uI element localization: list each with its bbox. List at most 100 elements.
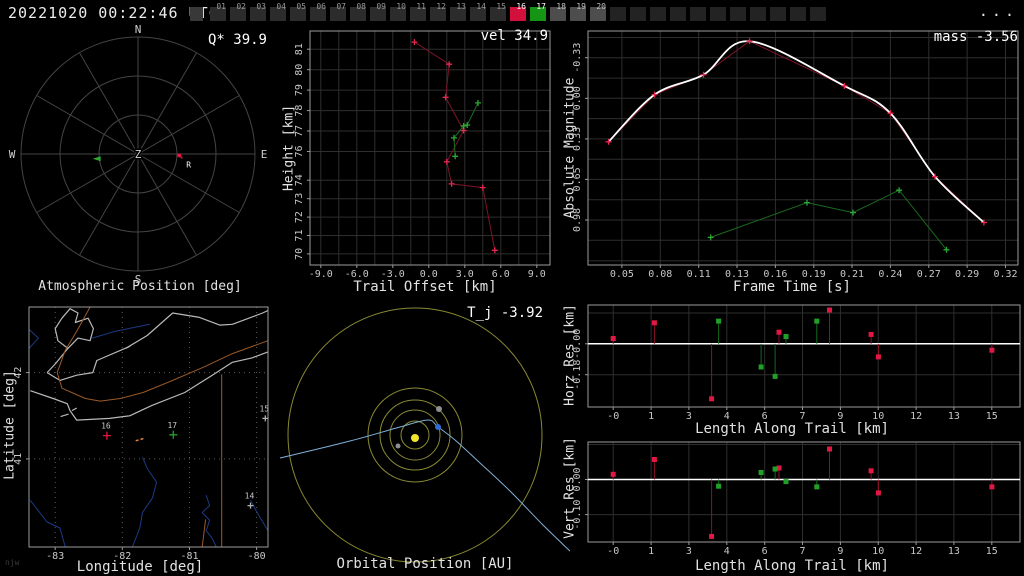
frame-box-13[interactable]: 13	[450, 3, 466, 21]
frame-box-05[interactable]: 05	[290, 3, 306, 21]
svg-text:15: 15	[986, 546, 998, 557]
svg-text:13: 13	[948, 546, 960, 557]
svg-text:9: 9	[837, 546, 843, 557]
menu-dots[interactable]: ...	[979, 2, 1018, 20]
svg-text:1: 1	[648, 546, 654, 557]
magnitude-x-label: Frame Time [s]	[732, 279, 851, 295]
panel-orbit: T_j -3.92 Orbital Position [AU]	[280, 295, 570, 576]
frame-label: 02	[236, 2, 246, 11]
frame-box-x0[interactable]	[190, 7, 203, 21]
svg-text:16: 16	[101, 422, 111, 431]
panel-horz-res: -0 1 3 4 6 7 9 10 12 13 15 -0.00 -0.18 Horz Res [km]…	[560, 295, 1024, 437]
frame-label: 08	[356, 2, 366, 11]
vert-res-x-label: Length Along Trail [km]	[695, 558, 889, 574]
frame-box-16[interactable]: 16	[510, 3, 526, 21]
svg-text:-0: -0	[607, 546, 619, 557]
frame-label: 12	[436, 2, 446, 11]
svg-text:-0.33: -0.33	[572, 43, 583, 73]
svg-text:6: 6	[762, 546, 768, 557]
tj-stat: T_j -3.92	[467, 305, 543, 321]
frame-label: 17	[536, 2, 546, 11]
q-stat: Q* 39.9	[207, 32, 267, 48]
vert-residuals-plot: -0 1 3 4 6 7 9 10 12 13 150.00-0.10	[572, 441, 1021, 557]
frame-box-x31[interactable]	[810, 7, 826, 21]
light-curve-plot: 0.05 0.08 0.11 0.13 0.16 0.19 0.21 0.24 0.27 0.29…	[572, 30, 1019, 280]
frame-box-x23[interactable]	[650, 7, 666, 21]
frame-box-14[interactable]: 14	[470, 3, 486, 21]
frame-box-09[interactable]: 09	[370, 3, 386, 21]
svg-text:80: 80	[294, 64, 305, 76]
frame-box-02[interactable]: 02	[230, 3, 246, 21]
frame-strip: 01 02 03 04 05 06 07 08 09 10 11 12 13 14 15 16 17 18 19 20	[0, 0, 960, 25]
trail-x-label: Trail Offset [km]	[353, 279, 497, 295]
svg-text:15: 15	[259, 404, 269, 413]
frame-box-18[interactable]: 18	[550, 3, 566, 21]
panel-map: -83 -82 -81 -80 42 41 16 17 15 14 Latitude [deg] …	[0, 295, 280, 576]
frame-box-04[interactable]: 04	[270, 3, 286, 21]
frame-box-12[interactable]: 12	[430, 3, 446, 21]
frame-box-11[interactable]: 11	[410, 3, 426, 21]
svg-text:R: R	[186, 160, 191, 169]
map-x-label: Longitude [deg]	[76, 559, 204, 575]
frame-box-15[interactable]: 15	[490, 3, 506, 21]
frame-label: 06	[316, 2, 326, 11]
frame-box-x28[interactable]	[750, 7, 766, 21]
frame-label: 11	[416, 2, 426, 11]
frame-box-08[interactable]: 08	[350, 3, 366, 21]
svg-text:3: 3	[686, 546, 692, 557]
svg-text:70: 70	[294, 248, 305, 260]
svg-text:E: E	[261, 148, 268, 161]
frame-box-x29[interactable]	[770, 7, 786, 21]
frame-label: 03	[256, 2, 266, 11]
frame-label: 15	[496, 2, 506, 11]
svg-text:W: W	[9, 148, 16, 161]
horz-res-y-label: Horz Res [km]	[562, 304, 578, 406]
frame-label: 18	[556, 2, 566, 11]
frame-box-x22[interactable]	[630, 7, 646, 21]
frame-box-07[interactable]: 07	[330, 3, 346, 21]
svg-text:79: 79	[294, 84, 305, 96]
vel-stat: vel 34.9	[480, 28, 548, 44]
fireball-analysis-app: 20221020 00:22:46 UTC 01 02 03 04 05 06 07 08 09…	[0, 0, 1024, 576]
frame-box-19[interactable]: 19	[570, 3, 586, 21]
orbital-position-plot	[280, 307, 570, 563]
frame-label: 07	[336, 2, 346, 11]
svg-text:12: 12	[910, 546, 922, 557]
svg-text:N: N	[135, 25, 142, 36]
map-y-label: Latitude [deg]	[2, 370, 18, 480]
frame-box-03[interactable]: 03	[250, 3, 266, 21]
frame-box-01[interactable]: 01	[210, 3, 226, 21]
frame-box-x24[interactable]	[670, 7, 686, 21]
frame-box-x27[interactable]	[730, 7, 746, 21]
atmospheric-polar-plot: NSW EZR	[7, 25, 269, 288]
magnitude-y-label: Absolute Magnitude	[562, 77, 578, 219]
frame-box-x30[interactable]	[790, 7, 806, 21]
frame-label: 04	[276, 2, 286, 11]
svg-text:17: 17	[167, 421, 177, 430]
top-bar: 20221020 00:22:46 UTC 01 02 03 04 05 06 07 08 09…	[0, 0, 1024, 25]
frame-box-x25[interactable]	[690, 7, 706, 21]
svg-text:10: 10	[872, 546, 884, 557]
vert-res-y-label: Vert Res [km]	[562, 437, 578, 539]
frame-label: 10	[396, 2, 406, 11]
orbit-title: Orbital Position [AU]	[336, 556, 514, 572]
svg-text:14: 14	[245, 492, 255, 501]
frame-label: 19	[576, 2, 586, 11]
frame-box-20[interactable]: 20	[590, 3, 606, 21]
svg-text:71: 71	[294, 229, 305, 241]
frame-label: 09	[376, 2, 386, 11]
frame-label: 14	[476, 2, 486, 11]
trail-y-label: Height [km]	[281, 104, 297, 192]
trail-offset-plot: -9.0 -6.0 -3.0 0.0 3.0 6.0 9.07071727374767778…	[294, 30, 551, 280]
frame-box-17[interactable]: 17	[530, 3, 546, 21]
ground-track-map: -83 -82 -81 -80424116 171514	[13, 306, 269, 562]
atmospheric-title: Atmospheric Position [deg]	[38, 279, 242, 294]
frame-box-06[interactable]: 06	[310, 3, 326, 21]
frame-label: 13	[456, 2, 466, 11]
frame-label: 01	[216, 2, 226, 11]
watermark: njw	[5, 558, 20, 567]
frame-box-x26[interactable]	[710, 7, 726, 21]
frame-box-10[interactable]: 10	[390, 3, 406, 21]
frame-label: 20	[596, 2, 606, 11]
frame-box-x21[interactable]	[610, 7, 626, 21]
